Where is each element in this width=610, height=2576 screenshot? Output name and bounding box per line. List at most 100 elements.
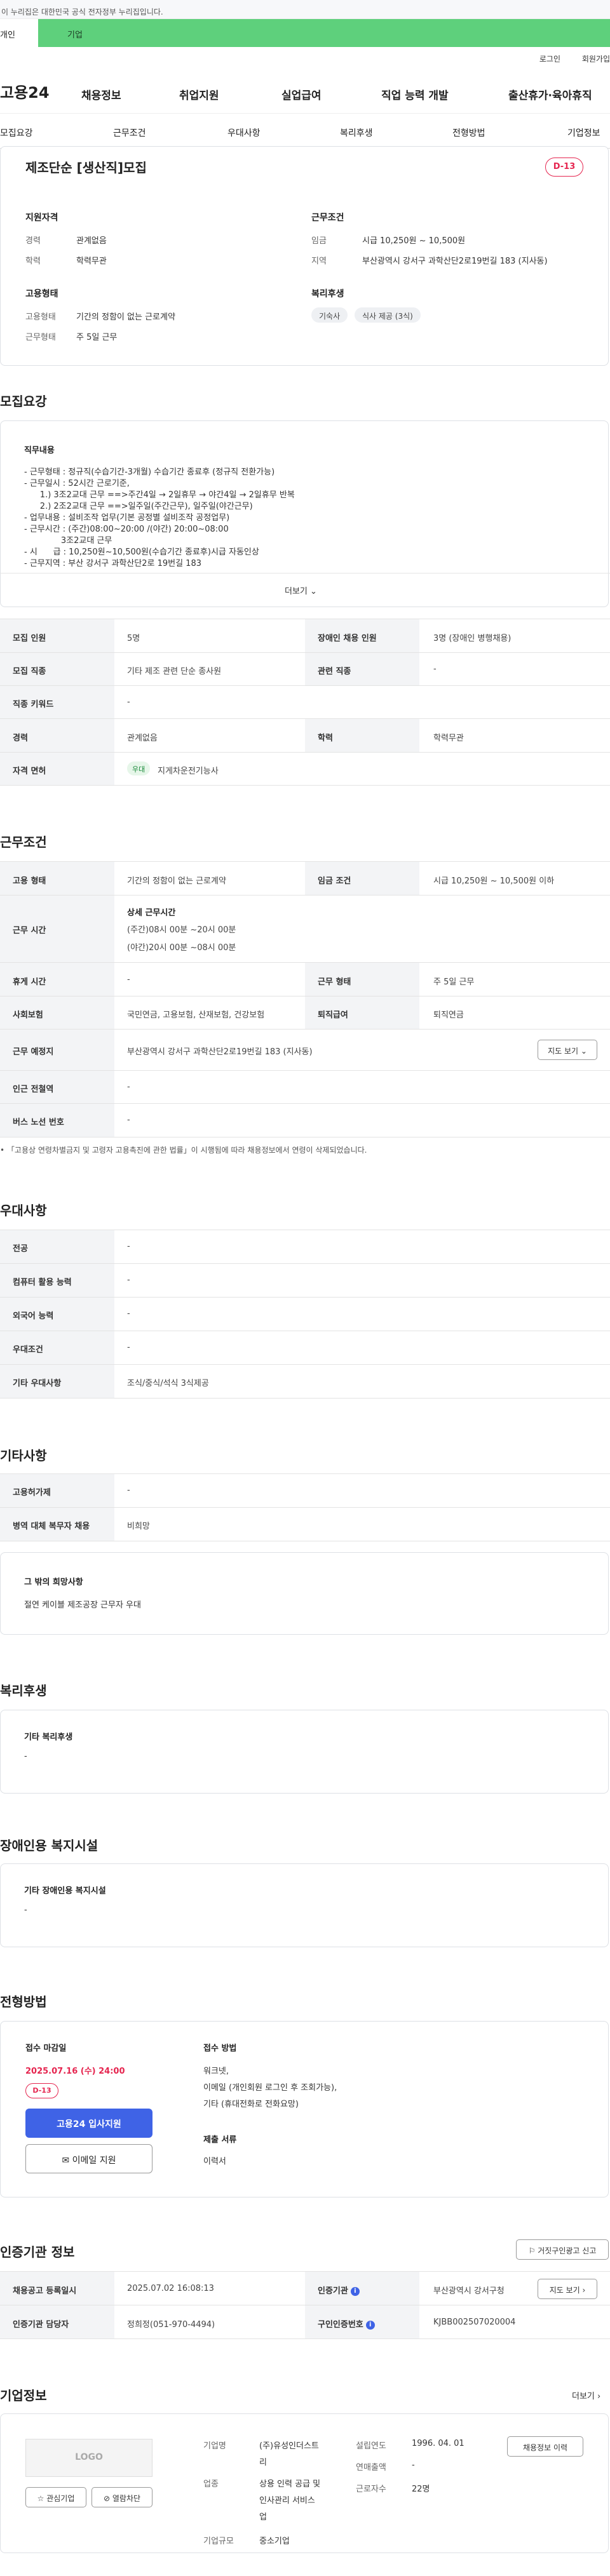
login-link[interactable]: 로그인: [539, 55, 560, 64]
emp-title: 고용형태: [25, 289, 58, 299]
td-keyword: -: [127, 697, 130, 707]
subnav-pref[interactable]: 우대사항: [227, 126, 261, 139]
th-related-job: 관련 직종: [318, 667, 351, 676]
table-line: [0, 1398, 610, 1399]
th-pref-cond: 우대조건: [13, 1345, 43, 1355]
job-history-button[interactable]: 채용정보 이력: [507, 2436, 583, 2457]
th-cert-num: 구인인증번호 i: [318, 2318, 375, 2330]
tab-company[interactable]: 기업: [38, 19, 610, 47]
method-value-1: 워크넷,: [203, 2067, 229, 2076]
table-line: [0, 785, 610, 786]
pref-badge: 우대: [127, 761, 151, 775]
th-time: 근무 시간: [13, 926, 46, 936]
table-line: [0, 1029, 610, 1030]
desc-title: 직무내용: [24, 446, 55, 455]
method-value-2: 이메일 (개인회원 로그인 후 조회가능),: [203, 2083, 337, 2093]
menu-unemployment-benefit[interactable]: 실업급여: [281, 86, 322, 102]
td-emp: 기간의 정함이 없는 근로계약: [127, 876, 226, 886]
favorite-label: 관심기업: [46, 2494, 75, 2503]
company-more-button[interactable]: 더보기 ›: [572, 2389, 600, 2401]
table-line: [0, 895, 610, 896]
menu-job-training[interactable]: 직업 능력 개발: [381, 86, 449, 102]
table-line: [0, 685, 610, 686]
wage-label: 임금: [311, 236, 327, 246]
more-label: 더보기: [285, 587, 308, 596]
recruit-title: 모집요강: [0, 394, 47, 409]
info-icon[interactable]: i: [350, 2286, 360, 2296]
favorite-company-button[interactable]: ☆ 관심기업: [25, 2487, 86, 2507]
welfare-box-title: 기타 복리후생: [24, 1733, 73, 1742]
divider: [0, 573, 610, 574]
table-line: [0, 1507, 610, 1508]
table-line: [0, 962, 610, 963]
email-apply-button[interactable]: ✉ 이메일 지원: [25, 2144, 152, 2173]
th-license: 자격 면허: [13, 767, 46, 776]
cert-map-label: 지도 보기: [549, 2286, 580, 2295]
subnav-work[interactable]: 근무조건: [113, 126, 146, 139]
td-bus: -: [127, 1115, 130, 1125]
worktype-value: 주 5일 근무: [76, 333, 118, 342]
subnav-company[interactable]: 기업정보: [567, 126, 600, 139]
table-line: [0, 752, 610, 753]
table-line: [0, 1103, 610, 1104]
company-name-value-2: 리: [259, 2458, 267, 2467]
td-major: -: [127, 1242, 130, 1251]
star-icon: ☆: [37, 2494, 44, 2503]
td-related-job: -: [433, 664, 437, 674]
report-button[interactable]: ⚐ 거짓구인광고 신고: [516, 2239, 609, 2260]
th-keyword: 직종 키워드: [13, 700, 54, 709]
page: 이 누리집은 대한민국 공식 전자정부 누리집입니다. 개인 기업 로그인 회원…: [0, 0, 610, 2576]
cert-map-button[interactable]: 지도 보기 ›: [538, 2279, 597, 2299]
user-type-tabs: 개인 기업: [0, 19, 610, 47]
chevron-down-icon: ⌄: [580, 1047, 587, 1056]
subnav-recruit[interactable]: 모집요강: [0, 126, 33, 139]
main-nav: 고용24 채용정보 취업지원 실업급여 직업 능력 개발 출산휴가·육아휴직: [0, 69, 610, 113]
edu-label: 학력: [25, 257, 41, 266]
disabled-card: [0, 1863, 609, 1947]
th-disabled-hire: 장애인 채용 인원: [318, 634, 377, 643]
site-logo[interactable]: 고용24: [0, 80, 50, 102]
desc-line: - 근무형태 : 정규직(수습기간-3개월) 수습기간 종료후 (정규직 전환가…: [24, 467, 275, 477]
disabled-box-value: -: [24, 1905, 27, 1915]
apply-button[interactable]: 고용24 입사지원: [25, 2109, 152, 2138]
td-station: -: [127, 1082, 130, 1092]
cert-title: 인증기관 정보: [0, 2244, 75, 2260]
section-nav: 모집요강 근무조건 우대사항 복리후생 전형방법 기업정보: [0, 113, 610, 149]
td-time-day: (주간)08시 00분 ~20시 00분: [127, 925, 236, 935]
chip-meals: 식사 제공 (3식): [355, 307, 421, 323]
menu-employment-support[interactable]: 취업지원: [179, 86, 219, 102]
subnav-welfare[interactable]: 복리후생: [340, 126, 373, 139]
map-button[interactable]: 지도 보기 ⌄: [538, 1040, 597, 1060]
tab-personal[interactable]: 개인: [0, 19, 32, 47]
menu-jobs[interactable]: 채용정보: [81, 86, 121, 102]
td-edu: 학력무관: [433, 734, 464, 743]
join-link[interactable]: 회원가입: [582, 55, 610, 64]
screening-title: 전형방법: [0, 1994, 47, 2009]
welfare-title: 복리후생: [311, 289, 344, 299]
th-job-type: 모집 직종: [13, 667, 46, 676]
td-time-title: 상세 근무시간: [127, 908, 176, 918]
size-label: 기업규모: [203, 2537, 234, 2546]
qual-title: 지원자격: [25, 213, 58, 223]
block-view-button[interactable]: ⊘ 열람차단: [92, 2487, 152, 2507]
employees-value: 22명: [412, 2485, 430, 2494]
chip-dormitory: 기숙사: [311, 307, 348, 323]
desc-line: 2.) 2조2교대 근무 ==>일주일(주간근무), 일주일(야간근무): [24, 502, 253, 511]
th-cert-org-label: 인증기관: [318, 2286, 348, 2296]
sales-label: 연매출액: [356, 2463, 386, 2472]
company-logo: LOGO: [25, 2439, 152, 2477]
etc-card: [0, 1552, 609, 1635]
cond-title: 근무조건: [311, 213, 344, 223]
desc-more-button[interactable]: 더보기 ⌄: [285, 584, 317, 596]
menu-parental-leave[interactable]: 출산휴가·육아휴직: [508, 86, 592, 102]
info-icon[interactable]: i: [365, 2320, 375, 2330]
sales-value: -: [412, 2460, 415, 2470]
etc-box-title: 그 밖의 희망사항: [24, 1578, 83, 1587]
method-value-3: 기타 (휴대전화로 전화요망): [203, 2100, 299, 2109]
th-manager: 인증기관 담당자: [13, 2320, 69, 2330]
td-wage: 시급 10,250원 ~ 10,500원 이하: [433, 876, 555, 886]
subnav-screening[interactable]: 전형방법: [452, 126, 485, 139]
docs-value: 이력서: [203, 2157, 226, 2166]
deadline-dday-badge: D-13: [25, 2083, 58, 2098]
th-rest: 휴게 시간: [13, 977, 46, 987]
